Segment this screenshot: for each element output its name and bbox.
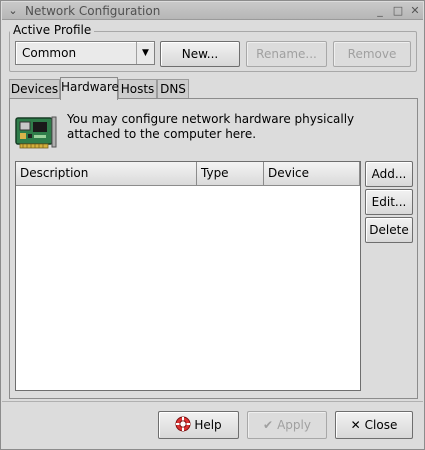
network-card-icon	[15, 116, 57, 149]
edit-hardware-button[interactable]: Edit...	[365, 189, 413, 215]
tab-hosts-label: Hosts	[120, 82, 155, 96]
hardware-info-line-2: attached to the computer here.	[67, 127, 257, 141]
lifebuoy-icon	[175, 416, 191, 432]
delete-hardware-button-label: Delete	[369, 223, 409, 237]
column-header-description-label: Description	[20, 166, 89, 180]
rename-profile-button-label: Rename...	[256, 47, 317, 61]
profile-combo[interactable]: Common ▼	[15, 41, 155, 65]
close-button[interactable]: ✕ Close	[335, 411, 413, 439]
active-profile-label: Active Profile	[10, 23, 95, 37]
remove-profile-button[interactable]: Remove	[333, 41, 411, 67]
help-button[interactable]: Help	[158, 411, 239, 439]
new-profile-button-label: New...	[181, 47, 219, 61]
tab-dns-label: DNS	[160, 82, 186, 96]
chevron-down-icon[interactable]: ▼	[136, 42, 154, 64]
profile-combo-value: Common	[22, 46, 77, 60]
column-header-device[interactable]: Device	[264, 162, 360, 186]
close-window-icon[interactable]: ✕	[408, 4, 422, 18]
window-menu-icon[interactable]: ⌄	[6, 4, 20, 18]
hardware-list[interactable]: Description Type Device	[15, 161, 361, 391]
footer-separator	[2, 401, 423, 402]
column-header-type[interactable]: Type	[197, 162, 264, 186]
window-title: Network Configuration	[25, 4, 161, 18]
new-profile-button[interactable]: New...	[160, 41, 240, 67]
column-header-device-label: Device	[268, 166, 310, 180]
tab-hardware[interactable]: Hardware	[60, 77, 119, 100]
column-header-description[interactable]: Description	[16, 162, 197, 186]
hardware-info-text: You may configure network hardware physi…	[67, 112, 357, 142]
rename-profile-button[interactable]: Rename...	[246, 41, 327, 67]
column-header-type-label: Type	[201, 166, 229, 180]
hardware-info-line-1: You may configure network hardware physi…	[67, 112, 355, 126]
network-configuration-window: ⌄ Network Configuration _ □ ✕ Active Pro…	[0, 0, 425, 450]
apply-button[interactable]: ✔ Apply	[247, 411, 327, 439]
maximize-icon[interactable]: □	[391, 4, 405, 18]
tab-hosts[interactable]: Hosts	[118, 79, 157, 99]
remove-profile-button-label: Remove	[347, 47, 397, 61]
close-button-label: Close	[364, 418, 398, 432]
add-hardware-button-label: Add...	[371, 167, 407, 181]
add-hardware-button[interactable]: Add...	[365, 161, 413, 187]
close-icon: ✕	[350, 418, 361, 432]
minimize-icon[interactable]: _	[373, 4, 387, 18]
help-button-label: Help	[194, 418, 222, 432]
tab-devices[interactable]: Devices	[9, 79, 60, 99]
title-bar[interactable]: ⌄ Network Configuration _ □ ✕	[2, 2, 423, 20]
checkmark-icon: ✔	[263, 418, 274, 432]
tab-dns[interactable]: DNS	[157, 79, 189, 99]
apply-button-label: Apply	[277, 418, 311, 432]
tab-hardware-label: Hardware	[61, 80, 119, 94]
edit-hardware-button-label: Edit...	[371, 195, 407, 209]
delete-hardware-button[interactable]: Delete	[365, 217, 413, 243]
tab-devices-label: Devices	[10, 82, 59, 96]
